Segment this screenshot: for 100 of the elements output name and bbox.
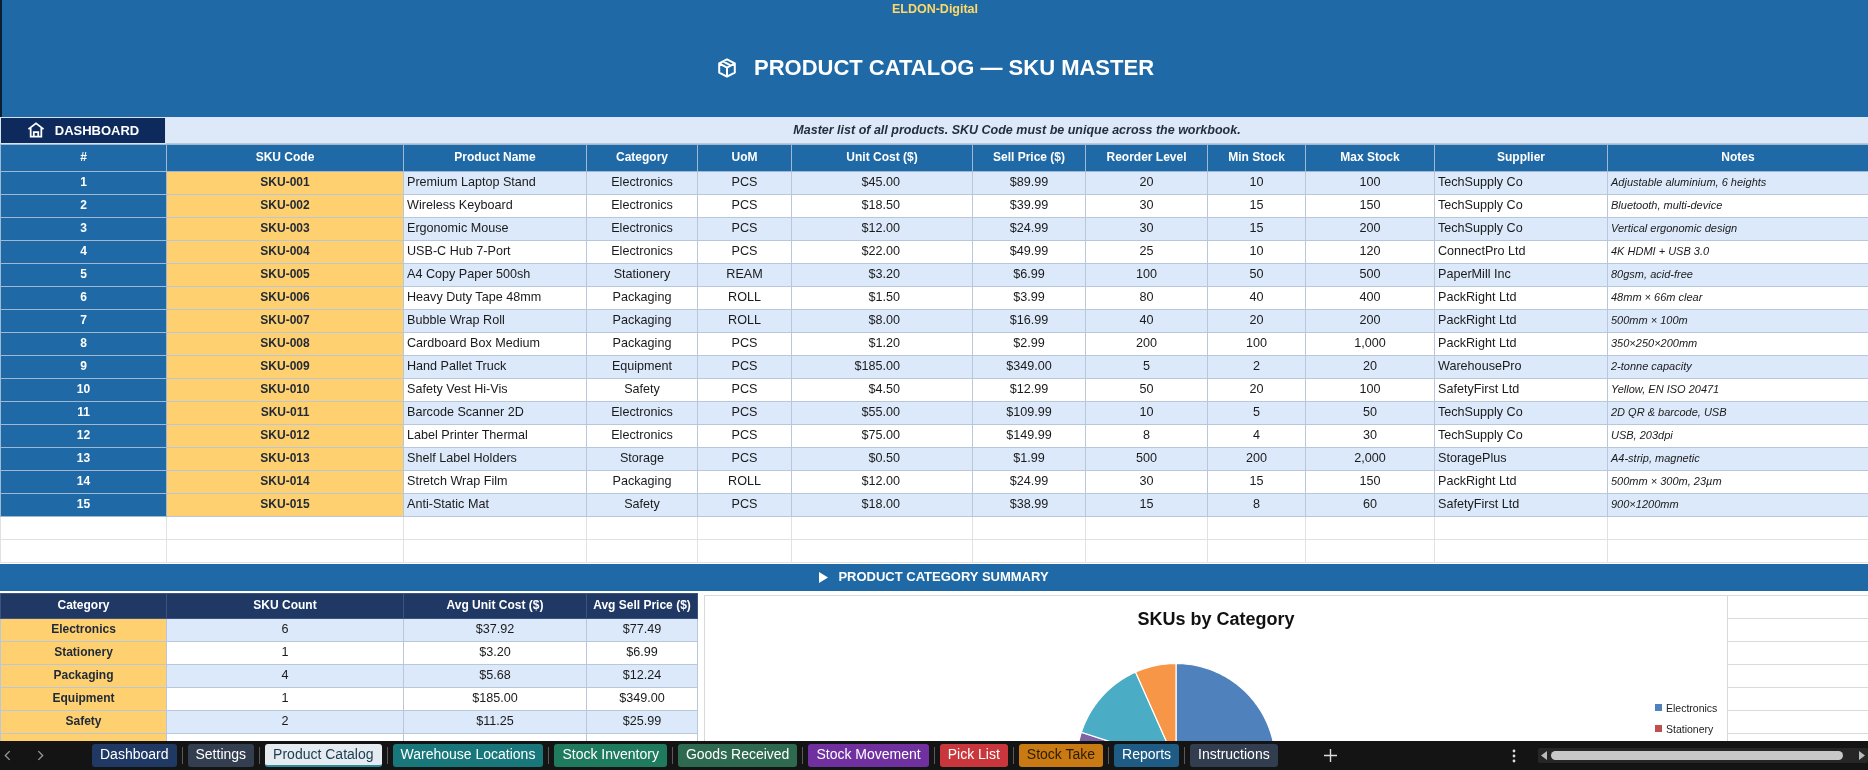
row-number: 11 xyxy=(0,401,167,425)
table-cell: PackRight Ltd xyxy=(1434,286,1608,310)
scrollbar-thumb[interactable] xyxy=(1551,751,1843,761)
sheet-tab[interactable]: Dashboard xyxy=(92,744,177,768)
table-cell: PackRight Ltd xyxy=(1434,470,1608,494)
chevron-right-icon[interactable] xyxy=(37,750,44,762)
table-cell: Premium Laptop Stand xyxy=(403,171,587,195)
row-number: 15 xyxy=(0,493,167,517)
column-header[interactable]: Category xyxy=(0,593,167,619)
table-cell: Ergonomic Mouse xyxy=(403,217,587,241)
triangle-icon xyxy=(819,571,829,583)
table-cell: $149.99 xyxy=(972,424,1086,448)
table-cell: Vertical ergonomic design xyxy=(1607,217,1868,241)
triangle-left-icon[interactable] xyxy=(1541,751,1547,761)
table-cell: SKU-001 xyxy=(166,171,404,195)
column-header[interactable]: Reorder Level xyxy=(1085,144,1208,172)
column-header[interactable]: SKU Code xyxy=(166,144,404,172)
table-cell: PCS xyxy=(697,194,792,218)
table-cell: 8 xyxy=(1085,424,1208,448)
table-cell: 2,000 xyxy=(1305,447,1435,471)
sheet-tab[interactable]: Reports xyxy=(1114,744,1180,768)
column-header[interactable]: Sell Price ($) xyxy=(972,144,1086,172)
chart-title: SKUs by Category xyxy=(1137,607,1295,630)
table-cell: SKU-012 xyxy=(166,424,404,448)
table-cell: $6.99 xyxy=(586,641,698,665)
table-cell: 150 xyxy=(1305,194,1435,218)
table-cell: $2.99 xyxy=(972,332,1086,356)
info-banner: Master list of all products. SKU Code must be unique across the workbook. xyxy=(166,116,1868,144)
column-header[interactable]: SKU Count xyxy=(166,593,404,619)
table-cell: 500mm × 100m xyxy=(1607,309,1868,333)
sheet-tab[interactable]: Settings xyxy=(187,744,255,768)
table-cell: Electronics xyxy=(586,171,698,195)
table-cell: $3.20 xyxy=(403,641,587,665)
legend-label: Stationery xyxy=(1666,721,1714,737)
sheet-tab[interactable]: Stock Movement xyxy=(808,744,929,768)
dashboard-button[interactable]: DASHBOARD xyxy=(0,116,166,144)
table-cell: $45.00 xyxy=(791,171,973,195)
sheet-tab[interactable]: Warehouse Locations xyxy=(392,744,544,768)
table-cell: SKU-007 xyxy=(166,309,404,333)
table-cell: 50 xyxy=(1305,401,1435,425)
brand-name: ELDON-Digital xyxy=(891,1,979,18)
cube-icon xyxy=(715,57,738,79)
house-icon xyxy=(26,122,45,139)
table-cell: 50 xyxy=(1085,378,1208,402)
sheet-tab[interactable]: Stock Take xyxy=(1018,744,1104,768)
row-number: 8 xyxy=(0,332,167,356)
row-number: 9 xyxy=(0,355,167,379)
table-cell: $12.00 xyxy=(791,470,973,494)
table-cell: Equipment xyxy=(586,355,698,379)
table-cell: 2 xyxy=(166,710,404,734)
table-cell: SKU-014 xyxy=(166,470,404,494)
column-header[interactable]: Category xyxy=(586,144,698,172)
chevron-left-icon[interactable] xyxy=(4,750,11,762)
sheet-tab[interactable]: Stock Inventory xyxy=(554,744,667,768)
table-cell: 25 xyxy=(1085,240,1208,264)
column-header[interactable]: Unit Cost ($) xyxy=(791,144,973,172)
table-cell: Stretch Wrap Film xyxy=(403,470,587,494)
table-cell: 10 xyxy=(1207,240,1306,264)
column-header[interactable]: Product Name xyxy=(403,144,587,172)
column-header[interactable]: Avg Sell Price ($) xyxy=(586,593,698,619)
table-cell: Stationery xyxy=(586,263,698,287)
table-cell: Safety xyxy=(0,710,167,734)
table-cell: 150 xyxy=(1305,470,1435,494)
table-cell: 15 xyxy=(1207,194,1306,218)
table-cell: $55.00 xyxy=(791,401,973,425)
row-number: 10 xyxy=(0,378,167,402)
legend-label: Electronics xyxy=(1666,700,1718,716)
table-cell: SafetyFirst Ltd xyxy=(1434,493,1608,517)
table-cell: TechSupply Co xyxy=(1434,171,1608,195)
table-cell: PackRight Ltd xyxy=(1434,309,1608,333)
table-cell: 6 xyxy=(166,618,404,642)
column-header[interactable]: # xyxy=(0,144,167,172)
column-header[interactable]: Avg Unit Cost ($) xyxy=(403,593,587,619)
table-cell: $39.99 xyxy=(972,194,1086,218)
column-header[interactable]: Supplier xyxy=(1434,144,1608,172)
column-header[interactable]: Max Stock xyxy=(1305,144,1435,172)
table-cell: 400 xyxy=(1305,286,1435,310)
table-cell: Label Printer Thermal xyxy=(403,424,587,448)
table-cell: $12.99 xyxy=(972,378,1086,402)
table-cell: $1.99 xyxy=(972,447,1086,471)
vertical-dots-icon[interactable] xyxy=(1512,748,1516,763)
plus-icon[interactable] xyxy=(1323,749,1337,763)
table-cell: $38.99 xyxy=(972,493,1086,517)
table-cell: ConnectPro Ltd xyxy=(1434,240,1608,264)
column-header[interactable]: Min Stock xyxy=(1207,144,1306,172)
table-cell: $75.00 xyxy=(791,424,973,448)
sheet-tab[interactable]: Goods Received xyxy=(677,744,798,768)
table-cell: SKU-006 xyxy=(166,286,404,310)
column-header[interactable]: Notes xyxy=(1607,144,1868,172)
table-cell: StoragePlus xyxy=(1434,447,1608,471)
sheet-tab[interactable]: Pick List xyxy=(939,744,1008,768)
table-cell: $77.49 xyxy=(586,618,698,642)
table-cell: 20 xyxy=(1305,355,1435,379)
row-number: 1 xyxy=(0,171,167,195)
scrollbar-track[interactable] xyxy=(1538,748,1868,764)
column-header[interactable]: UoM xyxy=(697,144,792,172)
sheet-tab[interactable]: Instructions xyxy=(1190,744,1278,768)
sheet-tab[interactable]: Product Catalog xyxy=(265,744,382,768)
table-cell: Electronics xyxy=(586,194,698,218)
triangle-right-icon[interactable] xyxy=(1859,751,1865,761)
